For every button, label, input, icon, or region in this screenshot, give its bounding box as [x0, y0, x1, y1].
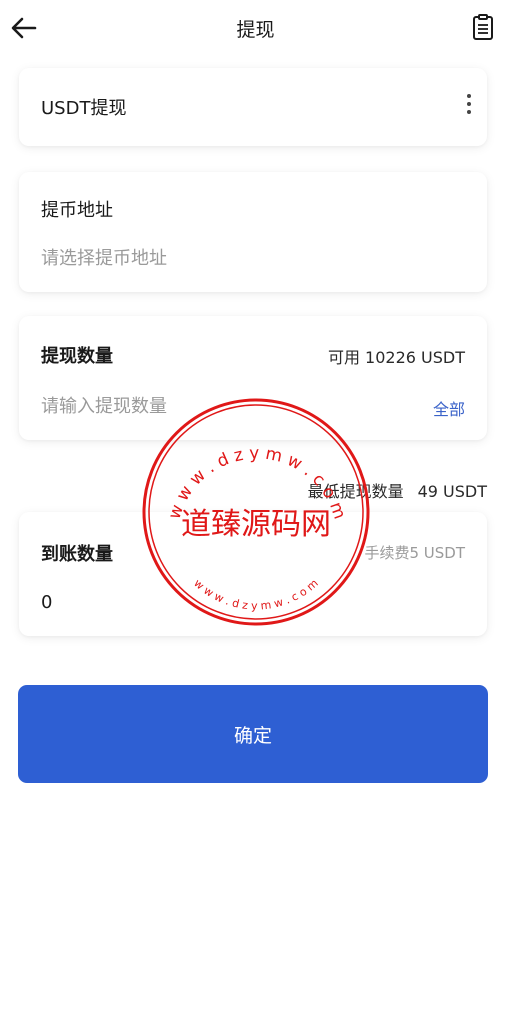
minimum-value: 49 USDT	[417, 482, 487, 501]
withdraw-all-button[interactable]: 全部	[433, 396, 465, 420]
receive-label: 到账数量	[41, 544, 113, 565]
clipboard-list-icon	[473, 14, 493, 40]
withdraw-records-button[interactable]	[469, 13, 497, 43]
address-label: 提币地址	[41, 200, 113, 221]
receive-value: 0	[41, 592, 53, 613]
page-title: 提现	[236, 19, 275, 41]
minimum-withdraw-row: 最低提现数量 49 USDT	[308, 478, 487, 502]
more-vertical-icon[interactable]	[459, 90, 479, 124]
withdraw-page: 提现 USDT提现 提币地址 提现数量 可用 10226 USDT 全部 最低提…	[0, 0, 511, 1024]
coin-label: USDT提现	[41, 98, 127, 119]
amount-label: 提现数量	[41, 346, 113, 367]
minimum-label: 最低提现数量	[307, 482, 404, 501]
confirm-button[interactable]: 确定	[18, 685, 488, 783]
amount-card: 提现数量 可用 10226 USDT 全部	[19, 316, 487, 440]
available-balance: 可用 10226 USDT	[327, 348, 465, 367]
address-input[interactable]	[41, 244, 461, 272]
header-bar: 提现	[0, 0, 511, 56]
fee-text: 手续费5 USDT	[364, 544, 465, 562]
amount-input[interactable]	[41, 392, 381, 420]
coin-select-card[interactable]: USDT提现	[19, 68, 487, 146]
receive-card: 到账数量 手续费5 USDT 0	[19, 512, 487, 636]
address-card: 提币地址	[19, 172, 487, 292]
